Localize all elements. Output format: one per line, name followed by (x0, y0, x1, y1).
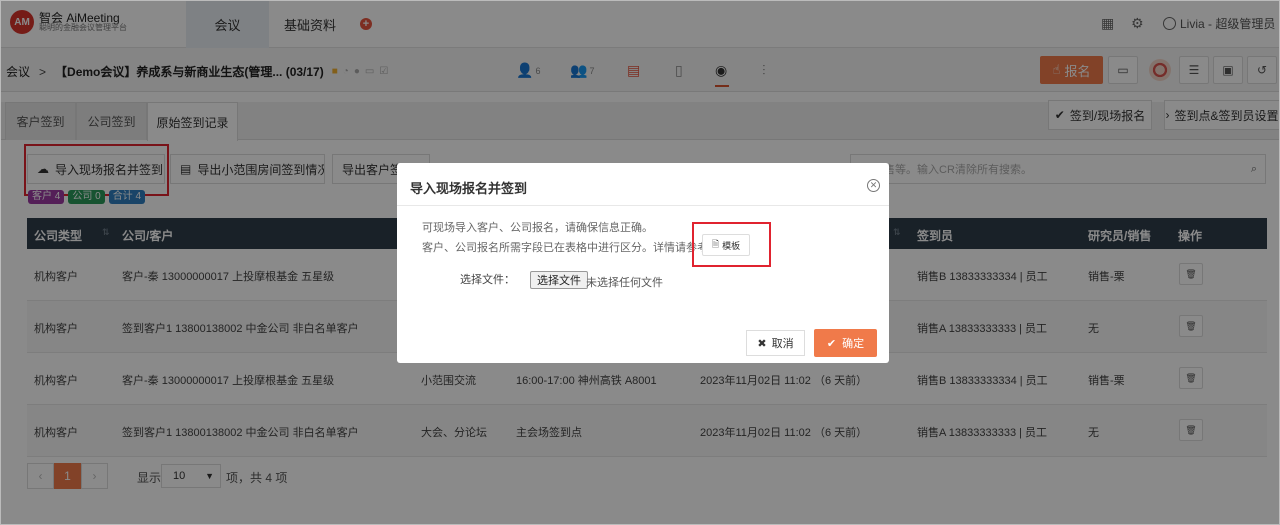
file-status: 未选择任何文件 (586, 277, 663, 289)
file-label: 选择文件： (460, 274, 515, 286)
close-icon[interactable]: ✕ (867, 179, 880, 192)
modal-hint-2: 客户、公司报名所需字段已在表格中进行区分。详情请参考 (422, 242, 708, 254)
choose-file-button[interactable]: 选择文件 (530, 271, 588, 289)
highlight-template (692, 222, 771, 267)
modal-title: 导入现场报名并签到 (410, 181, 528, 196)
confirm-button[interactable]: ✔ 确定 (814, 329, 877, 357)
modal-hint-1: 可现场导入客户、公司报名，请确保信息正确。 (422, 222, 653, 234)
close-icon: ✖ (757, 337, 767, 350)
check-icon: ✔ (826, 337, 837, 350)
import-modal: 导入现场报名并签到 ✕ 可现场导入客户、公司报名，请确保信息正确。 客户、公司报… (397, 163, 889, 363)
modal-divider (397, 205, 889, 206)
cancel-button[interactable]: ✖ 取消 (746, 330, 805, 356)
